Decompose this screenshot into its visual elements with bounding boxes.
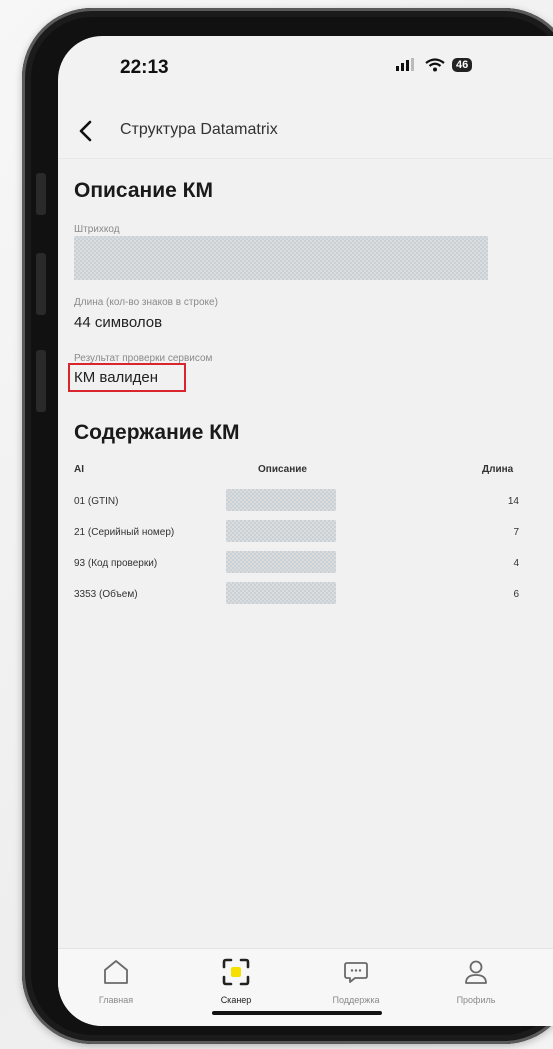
scanner-icon — [222, 958, 250, 986]
row-length: 7 — [513, 527, 519, 538]
length-label: Длина (кол-во знаков в строке) — [74, 297, 218, 308]
length-value: 44 символов — [74, 314, 163, 331]
row-description-masked — [226, 582, 336, 604]
row-ai: 93 (Код проверки) — [74, 558, 158, 569]
tab-scanner[interactable]: Сканер — [191, 957, 281, 1005]
tab-profile[interactable]: Профиль — [431, 957, 521, 1005]
highlight-box — [68, 363, 186, 392]
back-arrow-icon[interactable] — [74, 118, 100, 144]
volume-up-button — [36, 253, 46, 315]
barcode-label: Штрихкод — [74, 224, 120, 235]
battery-icon: 46 — [452, 58, 473, 72]
row-length: 14 — [507, 496, 519, 507]
row-length: 4 — [513, 558, 519, 569]
tab-support-label: Поддержка — [332, 995, 380, 1005]
row-description-masked — [226, 489, 336, 511]
column-header-description: Описание — [258, 464, 307, 475]
row-ai: 01 (GTIN) — [74, 496, 119, 507]
status-bar: 22:13 46 — [58, 36, 553, 106]
tab-home[interactable]: Главная — [71, 957, 161, 1005]
barcode-value-masked — [74, 236, 488, 280]
column-header-ai: AI — [74, 464, 84, 475]
row-description-masked — [226, 551, 336, 573]
home-indicator — [212, 1011, 382, 1015]
home-icon — [104, 960, 128, 984]
tab-support[interactable]: Поддержка — [311, 957, 401, 1005]
column-header-length: Длина — [482, 464, 514, 475]
chat-bubble-icon — [344, 962, 368, 983]
main-content: Описание КМ Штрихкод Длина (кол-во знако… — [58, 158, 553, 949]
row-ai: 21 (Серийный номер) — [74, 527, 175, 538]
volume-down-button — [36, 350, 46, 412]
wifi-icon — [425, 58, 445, 72]
row-ai: 3353 (Объем) — [74, 589, 138, 600]
tab-scanner-label: Сканер — [220, 995, 252, 1005]
silent-switch — [36, 173, 46, 215]
phone-screen: 22:13 46 Структура Datamatrix Описание К… — [58, 36, 553, 1026]
km-description-heading: Описание КМ — [74, 179, 213, 202]
cellular-signal-icon — [396, 58, 414, 71]
row-description-masked — [226, 520, 336, 542]
page-title: Структура Datamatrix — [120, 121, 278, 138]
tab-home-label: Главная — [98, 995, 134, 1005]
nav-bar: Структура Datamatrix — [58, 106, 553, 158]
profile-icon — [465, 960, 487, 984]
row-length: 6 — [513, 589, 519, 600]
status-time: 22:13 — [120, 57, 169, 78]
status-icons: 46 — [396, 58, 473, 72]
tab-profile-label: Профиль — [456, 995, 496, 1005]
km-content-heading: Содержание КМ — [74, 421, 240, 444]
